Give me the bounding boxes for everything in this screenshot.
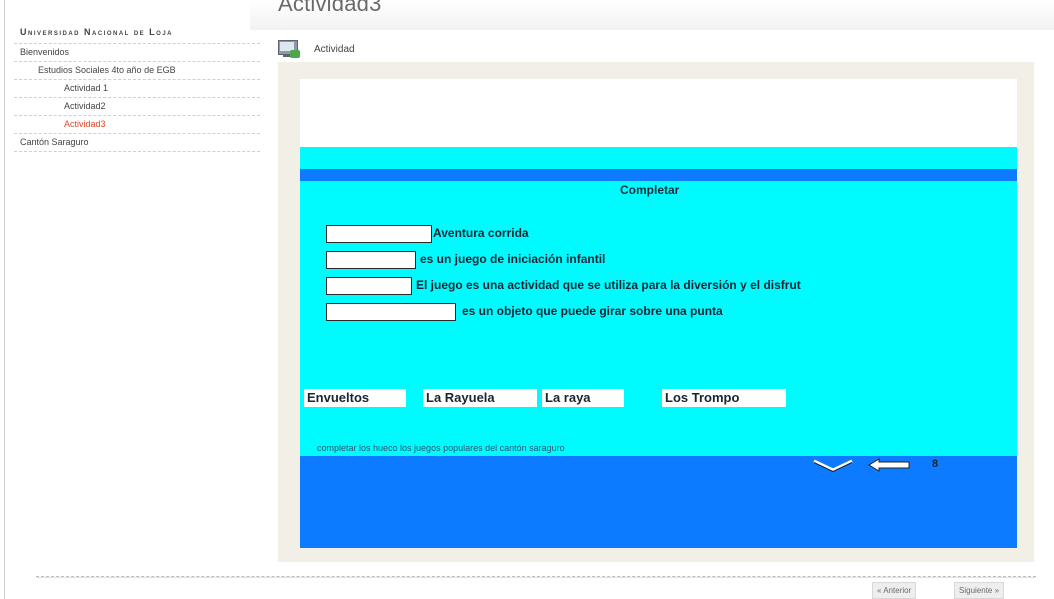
monitor-activity-icon [276,39,302,59]
back-arrow-icon[interactable] [867,458,911,472]
exercise-title: Completar [620,183,680,197]
previous-button[interactable]: « Anterior [872,582,917,599]
word-option-la-rayuela[interactable]: La Rayuela [423,389,537,407]
sidebar-item-estudios-sociales[interactable]: Estudios Sociales 4to año de EGB [14,62,260,80]
sentence-1: Aventura corrida [433,226,529,240]
activity-label: Actividad [314,43,355,55]
page-title: Actividad3 [278,0,382,16]
word-option-los-trompo[interactable]: Los Trompo [662,389,786,407]
word-option-la-raya[interactable]: La raya [542,389,624,407]
answer-blank-3[interactable] [326,277,412,295]
sentence-3: El juego es una actividad que se utiliza… [416,278,801,292]
sidebar-item-bienvenidos[interactable]: Bienvenidos [14,44,260,62]
next-button[interactable]: Siguiente » [954,582,1005,599]
university-name: Universidad Nacional de Loja [14,25,260,44]
activity-top-area [300,79,1017,147]
sentence-2: es un juego de iniciación infantil [420,252,606,266]
answer-blank-2[interactable] [326,251,416,269]
answer-blank-1[interactable] [326,225,432,243]
sidebar-item-canton-saraguro[interactable]: Cantón Saraguro [14,134,260,152]
sidebar-item-actividad-1[interactable]: Actividad 1 [14,80,260,98]
check-icon[interactable] [812,458,854,472]
score-value: 8 [932,458,939,470]
sidebar-item-actividad2[interactable]: Actividad2 [14,98,260,116]
instructions-text: completar los hueco los juegos populares… [317,443,565,453]
activity-header: Actividad [276,38,355,60]
sidebar: Universidad Nacional de Loja Bienvenidos… [14,25,260,152]
answer-blank-4[interactable] [326,303,456,321]
footer-divider-shadow [36,577,1036,578]
word-option-envueltos[interactable]: Envueltos [304,389,406,407]
exercise-title-bar [300,169,1017,181]
sentence-4: es un objeto que puede girar sobre una p… [462,304,723,318]
page-border [4,0,5,599]
sidebar-item-actividad3[interactable]: Actividad3 [14,116,260,134]
